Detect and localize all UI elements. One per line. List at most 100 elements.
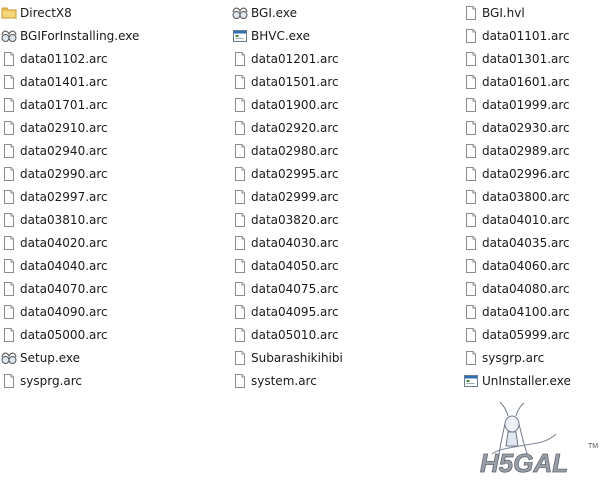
file-icon — [232, 189, 248, 205]
file-icon — [1, 212, 17, 228]
file-icon — [1, 51, 17, 67]
file-icon — [232, 51, 248, 67]
file-item[interactable]: BGI.exe — [232, 1, 432, 24]
file-item[interactable]: data04075.arc — [232, 277, 432, 300]
watermark-logo-text: H5GAL — [480, 448, 568, 478]
file-name: data04010.arc — [482, 212, 570, 227]
file-name: data01900.arc — [251, 97, 339, 112]
file-item[interactable]: Subarashikihibi — [232, 346, 432, 369]
file-item[interactable]: data02990.arc — [1, 162, 201, 185]
file-item[interactable]: data01601.arc — [463, 70, 607, 93]
file-item[interactable]: BGIForInstalling.exe — [1, 24, 201, 47]
file-icon — [232, 97, 248, 113]
file-name: data04090.arc — [20, 304, 108, 319]
file-icon — [1, 166, 17, 182]
file-name: data04095.arc — [251, 304, 339, 319]
file-name: data02910.arc — [20, 120, 108, 135]
file-item[interactable]: data04020.arc — [1, 231, 201, 254]
file-item[interactable]: data01301.arc — [463, 47, 607, 70]
file-item[interactable]: data03820.arc — [232, 208, 432, 231]
file-item[interactable]: data04035.arc — [463, 231, 607, 254]
file-item[interactable]: data05010.arc — [232, 323, 432, 346]
file-item[interactable]: data04050.arc — [232, 254, 432, 277]
file-name: data04040.arc — [20, 258, 108, 273]
file-item[interactable]: data02989.arc — [463, 139, 607, 162]
file-item[interactable]: data04090.arc — [1, 300, 201, 323]
file-name: Subarashikihibi — [251, 350, 343, 365]
file-icon — [1, 189, 17, 205]
file-name: data01101.arc — [482, 28, 570, 43]
watermark-trademark: TM — [588, 443, 598, 450]
file-name: data02990.arc — [20, 166, 108, 181]
file-item[interactable]: sysgrp.arc — [463, 346, 607, 369]
file-icon — [463, 327, 479, 343]
file-icon — [463, 51, 479, 67]
file-icon — [1, 97, 17, 113]
file-item[interactable]: data01900.arc — [232, 93, 432, 116]
file-icon — [463, 235, 479, 251]
file-name: data02996.arc — [482, 166, 570, 181]
file-item[interactable]: data02940.arc — [1, 139, 201, 162]
file-name: data01999.arc — [482, 97, 570, 112]
file-item[interactable]: data02930.arc — [463, 116, 607, 139]
file-icon — [463, 74, 479, 90]
application-window-icon — [232, 28, 248, 44]
file-item[interactable]: data01101.arc — [463, 24, 607, 47]
file-item[interactable]: data01501.arc — [232, 70, 432, 93]
file-name: BGIForInstalling.exe — [20, 28, 140, 43]
file-item[interactable]: data04010.arc — [463, 208, 607, 231]
file-item[interactable]: system.arc — [232, 369, 432, 392]
file-icon — [463, 166, 479, 182]
file-item[interactable]: data04030.arc — [232, 231, 432, 254]
file-item[interactable]: data02999.arc — [232, 185, 432, 208]
file-item[interactable]: data02995.arc — [232, 162, 432, 185]
file-item[interactable]: data01102.arc — [1, 47, 201, 70]
file-item[interactable]: data02910.arc — [1, 116, 201, 139]
file-icon — [463, 212, 479, 228]
file-item[interactable]: BHVC.exe — [232, 24, 432, 47]
file-icon — [463, 120, 479, 136]
file-item[interactable]: DirectX8 — [1, 1, 201, 24]
file-icon — [232, 74, 248, 90]
file-item[interactable]: data04095.arc — [232, 300, 432, 323]
file-name: BHVC.exe — [251, 28, 310, 43]
file-item[interactable]: data04070.arc — [1, 277, 201, 300]
file-item[interactable]: data05000.arc — [1, 323, 201, 346]
file-item[interactable]: data02920.arc — [232, 116, 432, 139]
file-item[interactable]: data01701.arc — [1, 93, 201, 116]
file-name: data01601.arc — [482, 74, 570, 89]
file-name: data03820.arc — [251, 212, 339, 227]
file-item[interactable]: data04100.arc — [463, 300, 607, 323]
file-icon — [232, 350, 248, 366]
file-icon — [232, 166, 248, 182]
file-item[interactable]: UnInstaller.exe — [463, 369, 607, 392]
folder-icon — [1, 5, 17, 21]
file-icon — [463, 5, 479, 21]
file-item[interactable]: data05999.arc — [463, 323, 607, 346]
file-item[interactable]: data03810.arc — [1, 208, 201, 231]
file-item[interactable]: data01401.arc — [1, 70, 201, 93]
file-item[interactable]: BGI.hvl — [463, 1, 607, 24]
file-item[interactable]: data04080.arc — [463, 277, 607, 300]
file-item[interactable]: data04040.arc — [1, 254, 201, 277]
file-item[interactable]: sysprg.arc — [1, 369, 201, 392]
file-item[interactable]: data04060.arc — [463, 254, 607, 277]
file-name: data02997.arc — [20, 189, 108, 204]
file-name: DirectX8 — [20, 5, 72, 20]
file-item[interactable]: data02980.arc — [232, 139, 432, 162]
file-item[interactable]: data01201.arc — [232, 47, 432, 70]
file-icon — [232, 304, 248, 320]
file-icon — [463, 350, 479, 366]
file-name: data01301.arc — [482, 51, 570, 66]
file-item[interactable]: data02997.arc — [1, 185, 201, 208]
file-item[interactable]: data03800.arc — [463, 185, 607, 208]
file-name: Setup.exe — [20, 350, 81, 365]
file-item[interactable]: data01999.arc — [463, 93, 607, 116]
file-icon — [463, 28, 479, 44]
file-name: data03800.arc — [482, 189, 570, 204]
file-item[interactable]: Setup.exe — [1, 346, 201, 369]
file-icon — [1, 327, 17, 343]
file-name: data04035.arc — [482, 235, 570, 250]
watermark-logo: H5GAL TM — [472, 401, 607, 480]
file-item[interactable]: data02996.arc — [463, 162, 607, 185]
